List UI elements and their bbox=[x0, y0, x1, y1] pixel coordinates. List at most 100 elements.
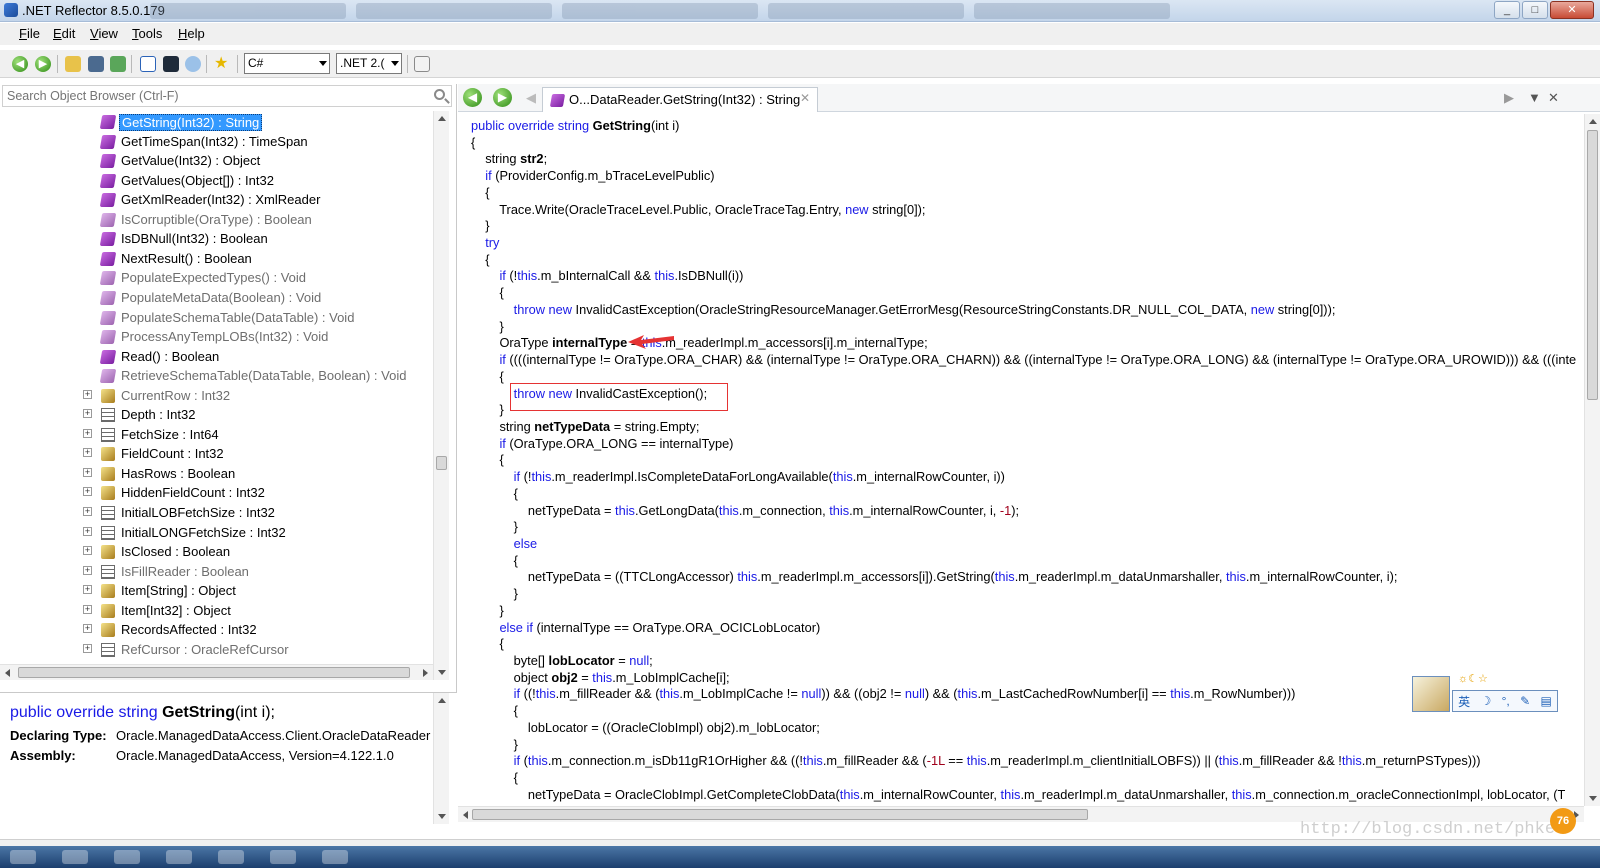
expand-icon[interactable]: + bbox=[83, 604, 92, 614]
tree-item[interactable]: NextResult() : Boolean bbox=[0, 249, 443, 269]
tree-item[interactable]: GetValues(Object[]) : Int32 bbox=[0, 171, 443, 191]
taskbar-item[interactable] bbox=[166, 850, 192, 864]
tree-item[interactable]: PopulateExpectedTypes() : Void bbox=[0, 268, 443, 288]
options-icon[interactable] bbox=[414, 56, 430, 72]
ime-menu-icon[interactable]: ▤ bbox=[1540, 694, 1551, 708]
language-select[interactable]: C# bbox=[244, 53, 330, 74]
expand-icon[interactable]: + bbox=[83, 389, 92, 399]
tree-item[interactable]: + RefCursor : OracleRefCursor bbox=[0, 640, 443, 660]
expand-icon[interactable]: + bbox=[83, 585, 92, 595]
tab-getstring[interactable]: O...DataReader.GetString(Int32) : String… bbox=[542, 87, 818, 112]
tab-list-icon[interactable]: ▼ bbox=[1528, 90, 1541, 105]
tree-vertical-scrollbar[interactable] bbox=[433, 111, 449, 680]
tree-item[interactable]: PopulateMetaData(Boolean) : Void bbox=[0, 288, 443, 308]
back-icon[interactable]: ◀ bbox=[463, 88, 482, 107]
framework-select[interactable]: .NET 2.( bbox=[336, 53, 402, 74]
taskbar-item[interactable] bbox=[114, 850, 140, 864]
tree-item[interactable]: + Depth : Int32 bbox=[0, 405, 443, 425]
expand-icon[interactable]: + bbox=[83, 624, 92, 634]
tree-item[interactable]: IsCorruptible(OraType) : Boolean bbox=[0, 210, 443, 230]
minimize-button[interactable]: _ bbox=[1494, 1, 1520, 19]
menu-help[interactable]: Help bbox=[178, 26, 205, 41]
tree-item[interactable]: + IsClosed : Boolean bbox=[0, 542, 443, 562]
search-icon[interactable] bbox=[185, 56, 201, 72]
expand-icon[interactable]: + bbox=[83, 565, 92, 575]
tab-scroll-left-icon[interactable]: ◀ bbox=[526, 90, 536, 106]
console-icon[interactable] bbox=[163, 56, 179, 72]
expand-icon[interactable]: + bbox=[83, 487, 92, 497]
ime-language-toggle[interactable]: 英 bbox=[1458, 693, 1470, 710]
tree-item[interactable]: + RecordsAffected : Int32 bbox=[0, 620, 443, 640]
red-box-annotation bbox=[510, 383, 728, 411]
back-icon[interactable]: ◀ bbox=[12, 56, 28, 72]
taskbar-item[interactable] bbox=[62, 850, 88, 864]
start-button[interactable] bbox=[10, 850, 36, 864]
expand-icon[interactable]: + bbox=[83, 526, 92, 536]
tree-item[interactable]: GetTimeSpan(Int32) : TimeSpan bbox=[0, 132, 443, 152]
tree-item[interactable]: + InitialLOBFetchSize : Int32 bbox=[0, 503, 443, 523]
forward-icon[interactable]: ▶ bbox=[493, 88, 512, 107]
tree-item[interactable]: + InitialLONGFetchSize : Int32 bbox=[0, 523, 443, 543]
expand-icon[interactable]: + bbox=[83, 467, 92, 477]
code-viewer-pane: ◀ ▶ ◀ O...DataReader.GetString(Int32) : … bbox=[458, 84, 1600, 839]
language-value: C# bbox=[248, 56, 264, 70]
ime-tool-icon[interactable]: ✎ bbox=[1520, 694, 1530, 708]
tree-item[interactable]: PopulateSchemaTable(DataTable) : Void bbox=[0, 308, 443, 328]
tab-close-icon[interactable]: ✕ bbox=[800, 91, 810, 105]
tree-item[interactable]: + CurrentRow : Int32 bbox=[0, 386, 443, 406]
info-vertical-scrollbar[interactable] bbox=[433, 693, 449, 824]
tab-scroll-right-icon[interactable]: ▶ bbox=[1504, 90, 1514, 106]
method-icon bbox=[99, 349, 117, 364]
tree-item[interactable]: Read() : Boolean bbox=[0, 347, 443, 367]
tree-item[interactable]: GetValue(Int32) : Object bbox=[0, 151, 443, 171]
star-icon[interactable]: ★ bbox=[214, 56, 230, 72]
tree-item[interactable]: + FetchSize : Int64 bbox=[0, 425, 443, 445]
taskbar-item[interactable] bbox=[218, 850, 244, 864]
tree-item[interactable]: GetXmlReader(Int32) : XmlReader bbox=[0, 190, 443, 210]
close-document-icon[interactable]: ✕ bbox=[1548, 90, 1559, 106]
tree-item[interactable]: + HiddenFieldCount : Int32 bbox=[0, 483, 443, 503]
assembly-value[interactable]: Oracle.ManagedDataAccess, Version=4.122.… bbox=[116, 748, 394, 763]
ime-moon-icon[interactable]: ☽ bbox=[1481, 694, 1492, 708]
tree-item[interactable]: IsDBNull(Int32) : Boolean bbox=[0, 229, 443, 249]
code-token: if bbox=[471, 469, 524, 485]
expand-icon[interactable]: + bbox=[83, 428, 92, 438]
member-signature: public override string GetString(int i); bbox=[10, 704, 275, 722]
open-folder-icon[interactable] bbox=[65, 56, 81, 72]
code-token: { bbox=[471, 184, 490, 200]
tree-item[interactable]: + IsFillReader : Boolean bbox=[0, 562, 443, 582]
tree-item[interactable]: + HasRows : Boolean bbox=[0, 464, 443, 484]
forward-icon[interactable]: ▶ bbox=[35, 56, 51, 72]
notification-badge[interactable]: 76 bbox=[1550, 808, 1576, 834]
expand-icon[interactable]: + bbox=[83, 448, 92, 458]
tree-item[interactable]: RetrieveSchemaTable(DataTable, Boolean) … bbox=[0, 366, 443, 386]
tree-item[interactable]: + FieldCount : Int32 bbox=[0, 444, 443, 464]
menu-edit[interactable]: Edit bbox=[53, 26, 75, 41]
tree-item[interactable]: ProcessAnyTempLOBs(Int32) : Void bbox=[0, 327, 443, 347]
tree-item[interactable]: + Item[Int32] : Object bbox=[0, 601, 443, 621]
code-vertical-scrollbar[interactable] bbox=[1584, 114, 1600, 806]
taskbar-item[interactable] bbox=[270, 850, 296, 864]
refresh-icon[interactable] bbox=[110, 56, 126, 72]
tree-item[interactable]: GetString(Int32) : String bbox=[0, 112, 443, 132]
ime-punctuation-icon[interactable]: °, bbox=[1502, 694, 1510, 708]
menu-file[interactable]: File bbox=[19, 26, 40, 41]
ime-toolbar[interactable]: ☼☾☆ 英 ☽ °, ✎ ▤ bbox=[1412, 672, 1558, 714]
expand-icon[interactable]: + bbox=[83, 546, 92, 556]
close-button[interactable]: ✕ bbox=[1550, 1, 1594, 19]
tree-horizontal-scrollbar[interactable] bbox=[0, 664, 433, 680]
search-input[interactable] bbox=[2, 85, 452, 107]
declaring-type-value[interactable]: Oracle.ManagedDataAccess.Client.OracleDa… bbox=[116, 728, 430, 743]
menu-view[interactable]: View bbox=[90, 26, 118, 41]
assembly-list-icon[interactable] bbox=[140, 56, 156, 72]
taskbar-item[interactable] bbox=[322, 850, 348, 864]
menu-tools[interactable]: Tools bbox=[132, 26, 162, 41]
search-icon[interactable] bbox=[434, 89, 445, 100]
tree-item[interactable]: + Item[String] : Object bbox=[0, 581, 443, 601]
maximize-button[interactable]: □ bbox=[1522, 1, 1548, 19]
code-line: if (ProviderConfig.m_bTraceLevelPublic) bbox=[471, 168, 1584, 185]
save-icon[interactable] bbox=[88, 56, 104, 72]
expand-icon[interactable]: + bbox=[83, 507, 92, 516]
expand-icon[interactable]: + bbox=[83, 409, 92, 419]
expand-icon[interactable]: + bbox=[83, 643, 92, 653]
